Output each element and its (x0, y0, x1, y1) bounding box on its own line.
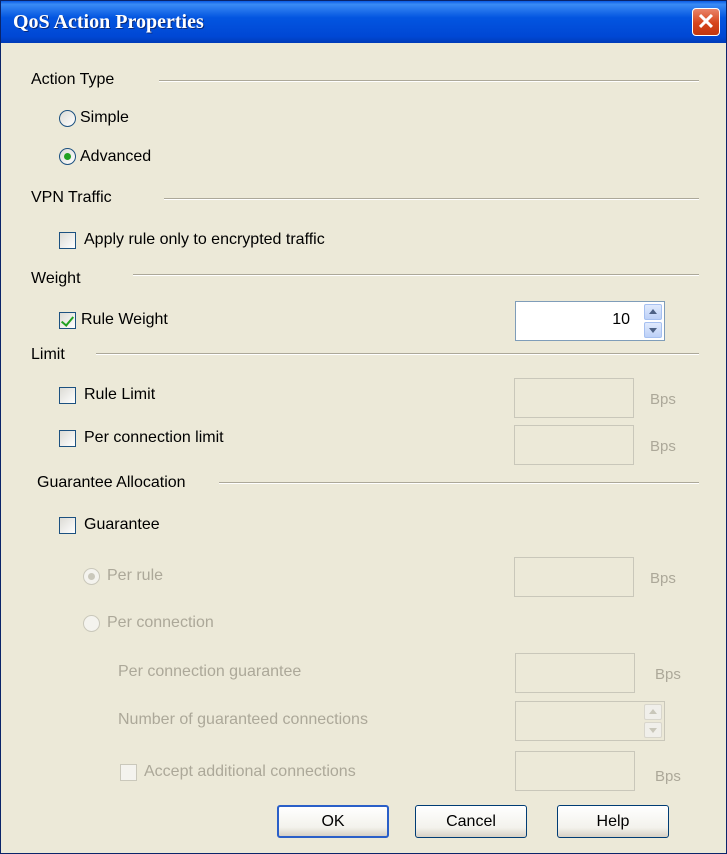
rule-limit-label[interactable]: Rule Limit (84, 386, 155, 404)
radio-advanced[interactable] (59, 148, 76, 165)
spin-up-button[interactable] (644, 304, 662, 320)
section-divider-action-type (159, 80, 699, 82)
encrypted-traffic-checkbox[interactable] (59, 232, 76, 249)
per-rule-unit: Bps (650, 570, 676, 587)
chevron-up-icon (649, 709, 657, 714)
per-connection-limit-input[interactable] (514, 425, 634, 465)
close-icon: ✕ (696, 9, 716, 34)
section-label-action-type: Action Type (31, 71, 115, 88)
section-label-guarantee-allocation: Guarantee Allocation (37, 474, 186, 491)
section-divider-limit (96, 353, 699, 355)
per-connection-limit-label[interactable]: Per connection limit (84, 429, 224, 447)
spin-up-button[interactable] (644, 704, 662, 720)
accept-additional-connections-input[interactable] (515, 751, 635, 791)
checkmark-icon (60, 313, 75, 327)
radio-advanced-label[interactable]: Advanced (80, 148, 151, 166)
rule-weight-label[interactable]: Rule Weight (81, 311, 168, 329)
rule-weight-value[interactable]: 10 (612, 311, 630, 329)
rule-weight-spin-buttons[interactable] (644, 304, 662, 338)
spin-down-button[interactable] (644, 722, 662, 738)
per-connection-limit-unit: Bps (650, 438, 676, 455)
radio-simple-label[interactable]: Simple (80, 109, 129, 127)
accept-additional-connections-label[interactable]: Accept additional connections (144, 763, 356, 781)
radio-selected-dot (88, 573, 95, 580)
chevron-up-icon (649, 309, 657, 314)
cancel-button[interactable]: Cancel (415, 805, 527, 838)
help-button[interactable]: Help (557, 805, 669, 838)
guaranteed-connections-spin-buttons[interactable] (644, 704, 662, 738)
section-divider-vpn-traffic (164, 198, 699, 200)
radio-per-connection-label[interactable]: Per connection (107, 614, 214, 632)
per-connection-guarantee-unit: Bps (655, 666, 681, 683)
rule-weight-spinbox[interactable]: 10 (515, 301, 665, 341)
per-connection-guarantee-input[interactable] (515, 653, 635, 693)
accept-additional-connections-checkbox[interactable] (120, 764, 137, 781)
guarantee-label[interactable]: Guarantee (84, 516, 160, 534)
accept-additional-connections-unit: Bps (655, 768, 681, 785)
section-label-vpn-traffic: VPN Traffic (31, 189, 112, 206)
section-divider-weight (133, 274, 699, 276)
close-button[interactable]: ✕ (692, 8, 720, 36)
radio-per-rule-label[interactable]: Per rule (107, 567, 163, 585)
guaranteed-connections-spinbox[interactable] (515, 701, 665, 741)
rule-limit-unit: Bps (650, 391, 676, 408)
ok-button[interactable]: OK (277, 805, 389, 838)
dialog-title: QoS Action Properties (13, 11, 204, 33)
rule-weight-checkbox[interactable] (59, 312, 76, 329)
rule-limit-input[interactable] (514, 378, 634, 418)
encrypted-traffic-label[interactable]: Apply rule only to encrypted traffic (84, 231, 325, 249)
section-label-weight: Weight (31, 270, 81, 287)
per-connection-limit-checkbox[interactable] (59, 430, 76, 447)
per-rule-input[interactable] (514, 557, 634, 597)
chevron-down-icon (649, 728, 657, 733)
rule-limit-checkbox[interactable] (59, 387, 76, 404)
radio-per-connection[interactable] (83, 615, 100, 632)
chevron-down-icon (649, 328, 657, 333)
radio-simple[interactable] (59, 110, 76, 127)
spin-down-button[interactable] (644, 322, 662, 338)
qos-action-properties-dialog: QoS Action Properties ✕ Action Type Simp… (0, 0, 727, 854)
radio-per-rule[interactable] (83, 568, 100, 585)
section-label-limit: Limit (31, 346, 65, 363)
per-connection-guarantee-label: Per connection guarantee (118, 663, 302, 680)
section-divider-guarantee-allocation (219, 482, 699, 484)
title-bar[interactable]: QoS Action Properties ✕ (1, 1, 726, 43)
guarantee-checkbox[interactable] (59, 517, 76, 534)
guaranteed-connections-label: Number of guaranteed connections (118, 711, 368, 728)
radio-selected-dot (64, 153, 71, 160)
